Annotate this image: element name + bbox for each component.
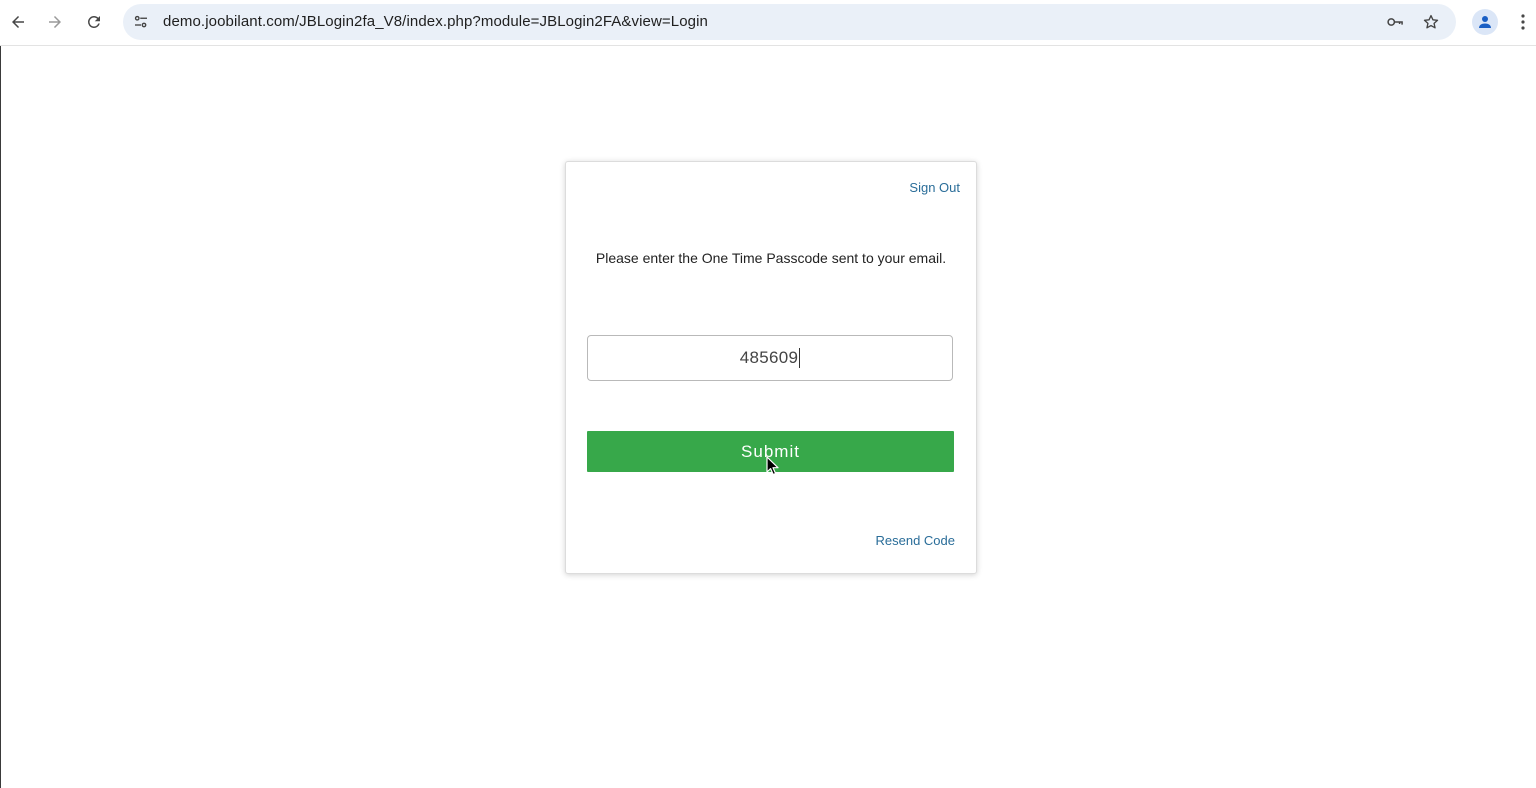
url-text[interactable]: demo.joobilant.com/JBLogin2fa_V8/index.p…: [163, 13, 708, 30]
otp-value: 485609: [739, 348, 799, 367]
arrow-left-icon: [12, 16, 24, 28]
otp-card: Sign Out Please enter the One Time Passc…: [565, 161, 977, 574]
reload-button[interactable]: [79, 7, 109, 37]
sign-out-link[interactable]: Sign Out: [909, 180, 960, 195]
browser-menu-button[interactable]: [1513, 10, 1533, 34]
star-icon: [1423, 14, 1439, 29]
text-caret: [799, 348, 801, 368]
forward-button[interactable]: [40, 7, 70, 37]
reload-icon: [87, 15, 100, 28]
bookmark-button[interactable]: [1421, 12, 1441, 32]
browser-toolbar: demo.joobilant.com/JBLogin2fa_V8/index.p…: [0, 0, 1536, 46]
tune-icon[interactable]: [132, 13, 150, 31]
back-button[interactable]: [3, 7, 33, 37]
mouse-cursor-icon: [766, 456, 779, 476]
otp-input[interactable]: 485609: [587, 335, 953, 381]
instruction-text: Please enter the One Time Passcode sent …: [595, 250, 947, 266]
profile-button[interactable]: [1472, 9, 1498, 35]
key-icon: [1387, 18, 1403, 26]
person-icon: [1479, 16, 1491, 28]
arrow-right-icon: [49, 16, 61, 28]
password-key-button[interactable]: [1385, 12, 1405, 32]
window-edge: [0, 46, 1, 788]
address-bar[interactable]: demo.joobilant.com/JBLogin2fa_V8/index.p…: [123, 4, 1456, 40]
kebab-menu-icon: [1521, 14, 1525, 30]
resend-code-link[interactable]: Resend Code: [876, 533, 956, 548]
